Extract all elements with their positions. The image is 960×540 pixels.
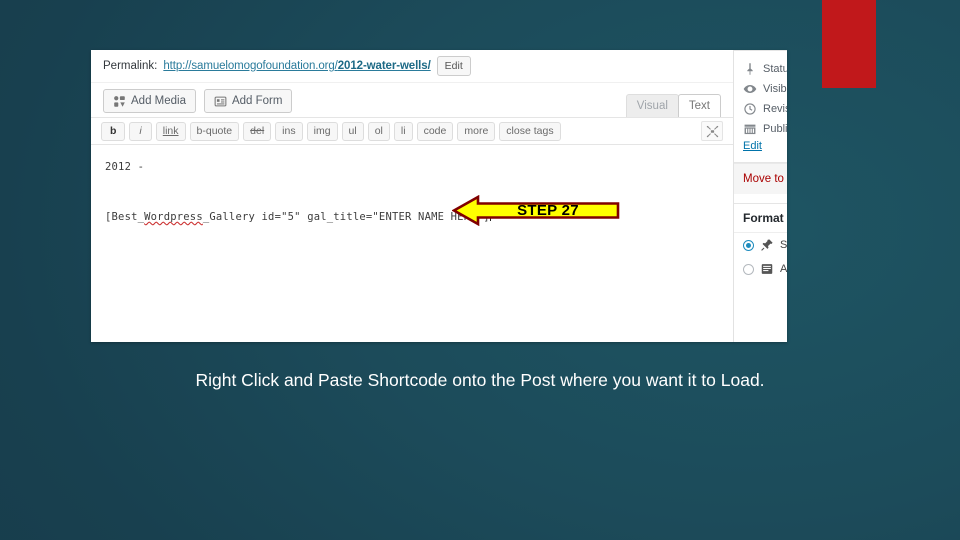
- eye-icon: [743, 82, 757, 96]
- quicktag-li[interactable]: li: [393, 121, 413, 141]
- sidebar-item-status[interactable]: Statu: [734, 59, 787, 79]
- accent-bar: [822, 0, 876, 88]
- format-option-aside[interactable]: A: [734, 257, 787, 281]
- sidebar-item-revisions-label: Revis: [763, 103, 787, 115]
- step-callout-label: STEP 27: [517, 202, 579, 219]
- format-radio-aside[interactable]: [743, 263, 754, 275]
- permalink-edit-button[interactable]: Edit: [436, 56, 471, 76]
- fullscreen-icon: [706, 125, 719, 138]
- format-box: Format S A: [734, 203, 787, 281]
- quicktag-ul[interactable]: ul: [341, 121, 364, 141]
- editor-line-1: 2012 -: [105, 161, 145, 173]
- format-option-standard[interactable]: S: [734, 233, 787, 257]
- shortcode-misspelled-word: Wordpress: [144, 211, 203, 223]
- wordpress-editor-screenshot: Permalink: http://samuelomogofoundation.…: [91, 50, 787, 342]
- pin-icon: [743, 62, 757, 76]
- permalink-url-prefix: http://samuelomogofoundation.org/: [163, 60, 338, 72]
- quicktags-toolbar: b i link b-quote del ins img ul ol li co…: [91, 117, 733, 145]
- publish-box: Statu Visib Revis: [734, 50, 787, 163]
- sidebar-item-status-label: Statu: [763, 63, 787, 75]
- add-media-label: Add Media: [131, 95, 186, 107]
- quicktag-bquote[interactable]: b-quote: [189, 121, 240, 141]
- format-option-aside-label: A: [780, 263, 787, 275]
- sidebar-item-revisions[interactable]: Revis: [734, 99, 787, 119]
- quicktag-ol[interactable]: ol: [367, 121, 390, 141]
- format-radio-standard[interactable]: [743, 239, 754, 251]
- media-button-row: Add Media Add Form Visual Text: [91, 83, 733, 117]
- publish-sidebar: Statu Visib Revis: [733, 50, 787, 342]
- permalink-label: Permalink:: [103, 60, 158, 72]
- step-callout-arrow: STEP 27: [452, 195, 620, 226]
- quicktag-del[interactable]: del: [243, 121, 272, 141]
- media-icon: [113, 95, 126, 108]
- fullscreen-button[interactable]: [701, 121, 723, 141]
- editor-mode-tabs: Visual Text: [625, 94, 721, 117]
- move-to-trash-button[interactable]: Move to: [734, 163, 787, 194]
- quicktag-ins[interactable]: ins: [275, 121, 303, 141]
- quicktag-more[interactable]: more: [457, 121, 496, 141]
- quicktag-italic[interactable]: i: [129, 121, 152, 141]
- permalink-url[interactable]: http://samuelomogofoundation.org/2012-wa…: [163, 60, 430, 72]
- editor-column: Permalink: http://samuelomogofoundation.…: [91, 50, 733, 342]
- calendar-icon: [743, 122, 757, 136]
- sidebar-item-visibility[interactable]: Visib: [734, 79, 787, 99]
- aside-icon: [760, 262, 774, 276]
- quicktag-code[interactable]: code: [416, 121, 454, 141]
- clock-icon: [743, 102, 757, 116]
- quicktag-close-tags[interactable]: close tags: [499, 121, 561, 141]
- shortcode-suffix: _Gallery id="5" gal_title="ENTER NAME HE…: [202, 211, 490, 223]
- permalink-row: Permalink: http://samuelomogofoundation.…: [91, 50, 733, 83]
- publish-edit-link[interactable]: Edit: [743, 140, 762, 152]
- sidebar-item-published-label: Publi: [763, 123, 787, 135]
- format-box-title: Format: [734, 204, 787, 233]
- tab-text[interactable]: Text: [677, 94, 721, 117]
- quicktag-bold[interactable]: b: [101, 121, 126, 141]
- tab-visual[interactable]: Visual: [625, 94, 679, 117]
- format-option-standard-label: S: [780, 239, 787, 251]
- form-icon: [214, 95, 227, 108]
- pin-icon: [760, 238, 774, 252]
- quicktag-link[interactable]: link: [155, 121, 186, 141]
- slide-caption: Right Click and Paste Shortcode onto the…: [195, 370, 765, 390]
- sidebar-item-published[interactable]: Publi: [734, 119, 787, 139]
- sidebar-item-visibility-label: Visib: [763, 83, 787, 95]
- quicktag-img[interactable]: img: [306, 121, 338, 141]
- editor-textarea[interactable]: 2012 - [Best_Wordpress_Gallery id="5" ga…: [91, 145, 733, 342]
- add-form-button[interactable]: Add Form: [203, 89, 293, 113]
- editor-line-2: [Best_Wordpress_Gallery id="5" gal_title…: [105, 207, 719, 227]
- add-media-button[interactable]: Add Media: [103, 89, 196, 113]
- shortcode-prefix: [Best_: [105, 211, 145, 223]
- add-form-label: Add Form: [231, 95, 283, 107]
- permalink-url-slug: 2012-water-wells/: [337, 60, 431, 72]
- publish-edit-link-row: Edit: [734, 139, 787, 158]
